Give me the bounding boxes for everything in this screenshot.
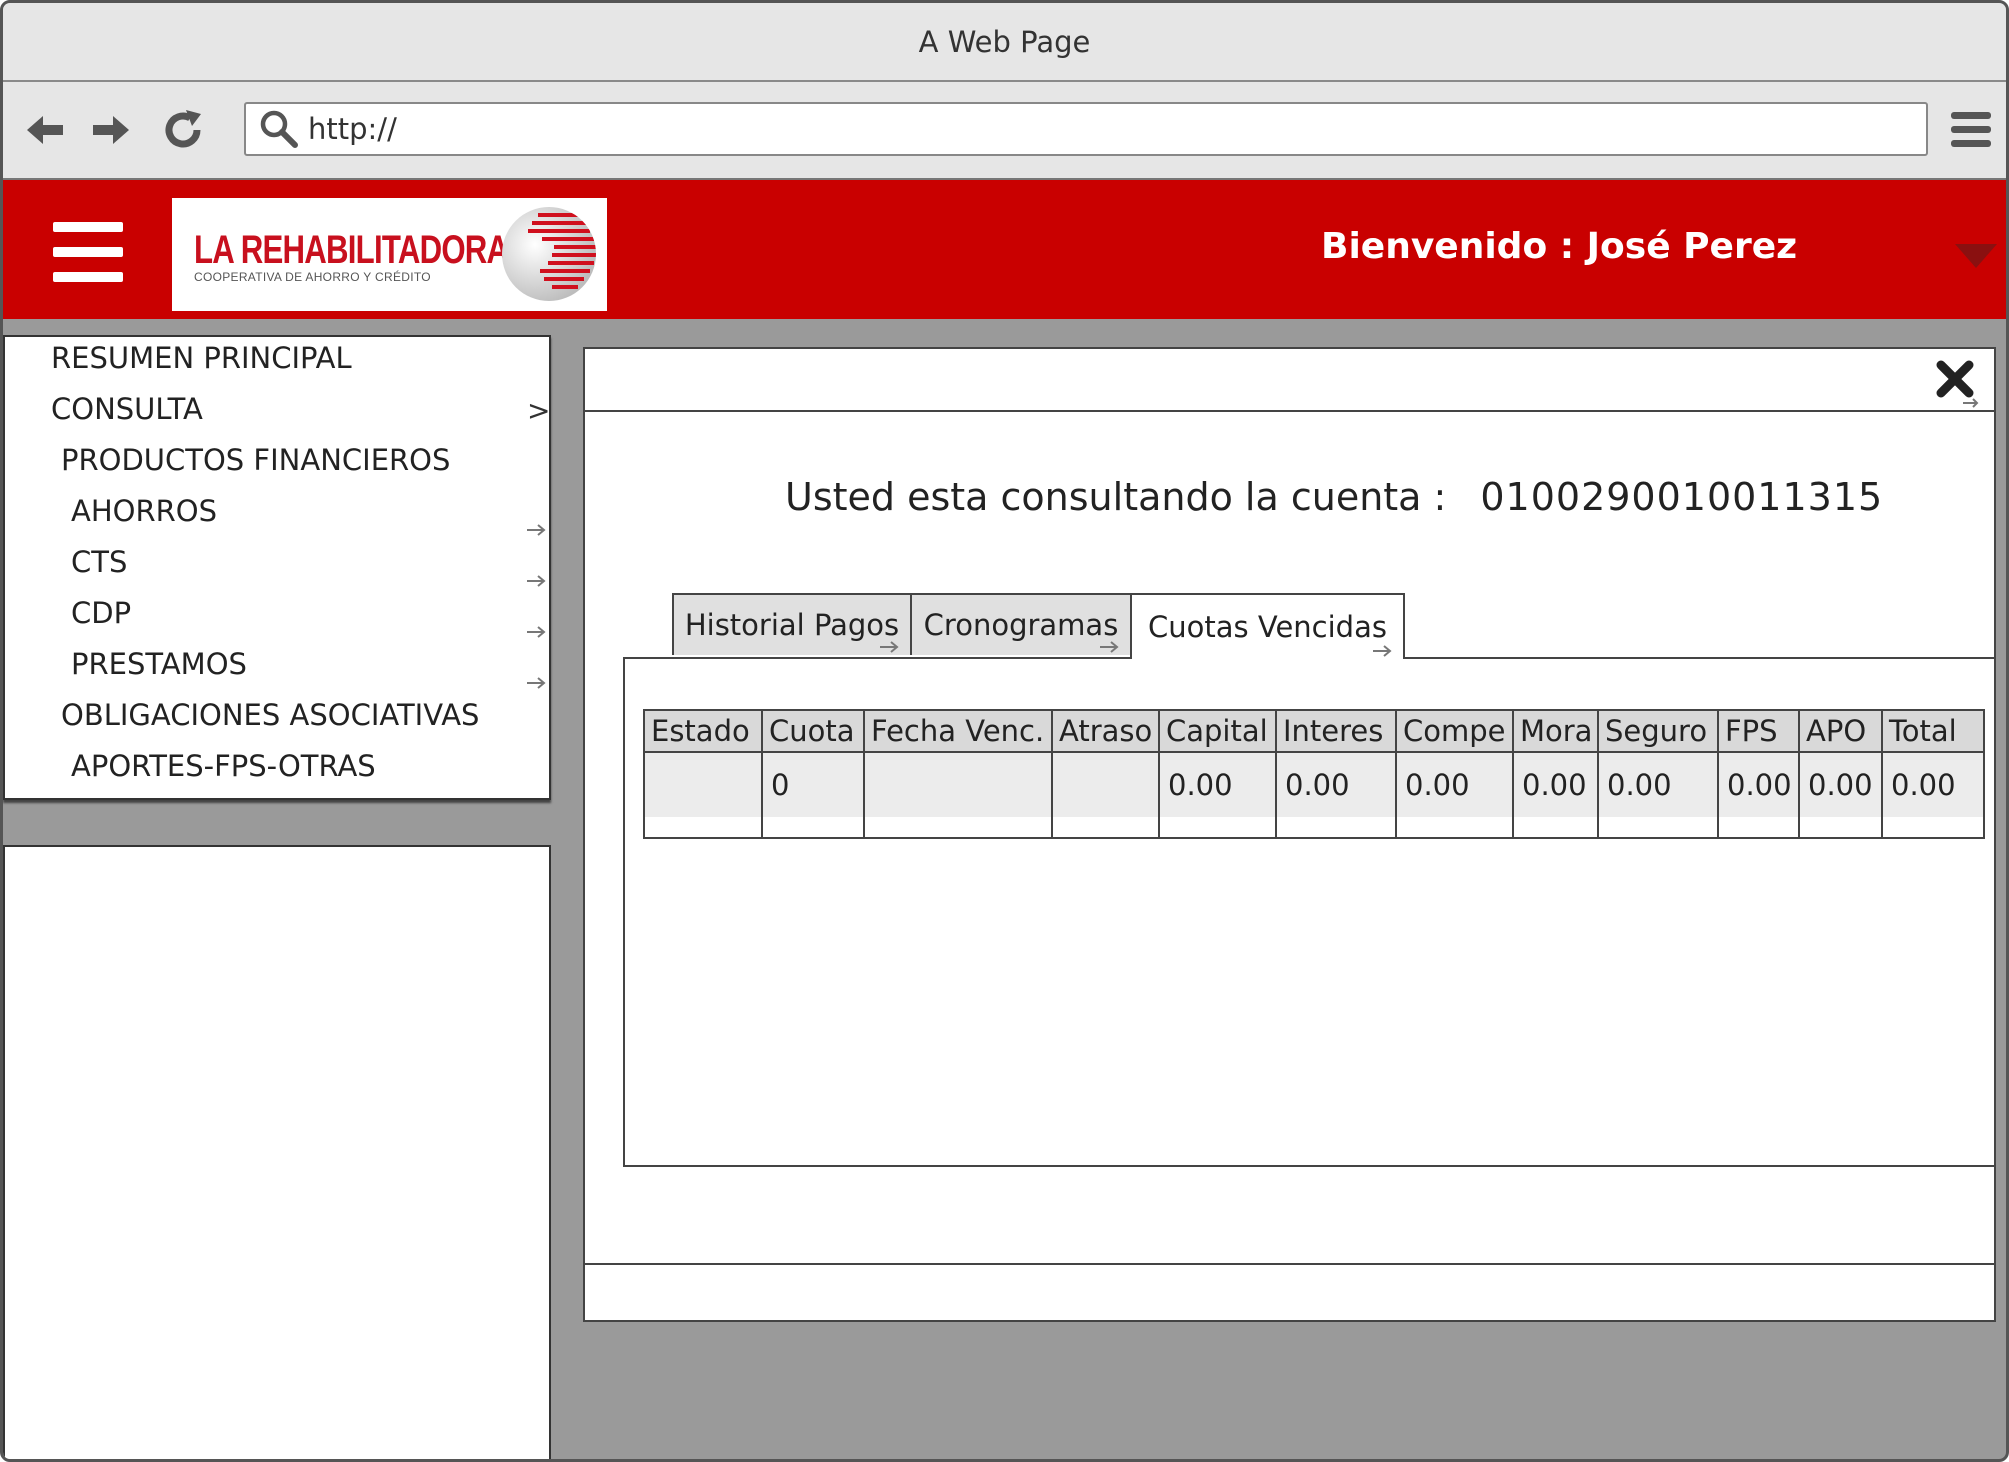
table-cell: 0.00 <box>1798 752 1883 817</box>
submenu-arrow-icon[interactable] <box>527 625 549 639</box>
table-cell: 0.00 <box>1597 752 1719 817</box>
table-empty-row <box>643 817 1985 839</box>
column-header[interactable]: Seguro <box>1597 709 1719 753</box>
table-cell <box>643 752 763 817</box>
logo-name: LA REHABILITADORA <box>194 228 509 272</box>
column-header[interactable]: Atraso <box>1051 709 1160 753</box>
cuotas-vencidas-panel: Estado Cuota Fecha Venc. Atraso Capital … <box>623 657 1996 1167</box>
chevron-down-icon[interactable] <box>1953 240 1999 270</box>
logo-subtitle: COOPERATIVA DE AHORRO Y CRÉDITO <box>194 270 431 284</box>
reload-icon[interactable] <box>159 106 207 154</box>
sidebar-item-productos-financieros[interactable]: PRODUCTOS FINANCIEROS <box>61 443 450 477</box>
browser-toolbar: http:// <box>3 82 2006 180</box>
sidebar-item-prestamos[interactable]: PRESTAMOS <box>71 647 247 681</box>
column-header[interactable]: Capital <box>1158 709 1277 753</box>
account-modal: Usted esta consultando la cuenta : 010029… <box>583 347 1996 1322</box>
tab-label: Cuotas Vencidas <box>1148 610 1387 644</box>
app-header: LA REHABILITADORA COOPERATIVA DE AHORRO … <box>3 180 2006 319</box>
tab-historial-pagos[interactable]: Historial Pagos <box>672 593 912 655</box>
table-cell: 0.00 <box>1275 752 1397 817</box>
column-header[interactable]: Estado <box>643 709 763 753</box>
welcome-message: Bienvenido : José Perez <box>1321 226 1798 267</box>
column-header[interactable]: Fecha Venc. <box>863 709 1053 753</box>
sidebar-item-ahorros[interactable]: AHORROS <box>71 494 217 528</box>
submenu-arrow-icon[interactable] <box>527 574 549 588</box>
table-cell: 0.00 <box>1512 752 1599 817</box>
back-icon[interactable] <box>21 106 69 154</box>
tab-label: Cronogramas <box>923 608 1119 642</box>
table-cell <box>863 752 1053 817</box>
account-number: 010029001001​1315 <box>1480 475 1884 519</box>
column-header[interactable]: Total <box>1881 709 1985 753</box>
column-header[interactable]: Mora <box>1512 709 1599 753</box>
window-title-bar: A Web Page <box>3 3 2006 82</box>
tab-cuotas-vencidas[interactable]: Cuotas Vencidas <box>1130 593 1405 659</box>
search-icon <box>260 110 298 148</box>
cuotas-table: Estado Cuota Fecha Venc. Atraso Capital … <box>643 709 1985 839</box>
account-label: Usted esta consultando la cuenta : <box>785 475 1447 519</box>
url-bar[interactable]: http:// <box>244 102 1928 156</box>
link-arrow-icon <box>1373 645 1392 657</box>
company-logo[interactable]: LA REHABILITADORA COOPERATIVA DE AHORRO … <box>172 198 607 311</box>
link-arrow-icon <box>880 641 899 653</box>
browser-window: A Web Page http:// LA REHABILITADORA COO… <box>0 0 2009 1462</box>
table-cell: 0.00 <box>1881 752 1985 817</box>
column-header[interactable]: Cuota <box>761 709 865 753</box>
sidebar-menu: RESUMEN PRINCIPAL CONSULTA > PRODUCTOS F… <box>3 335 551 800</box>
close-icon[interactable] <box>1933 357 1983 409</box>
modal-header-divider <box>585 410 1994 412</box>
table-cell: 0 <box>761 752 865 817</box>
globe-logo-icon <box>502 207 596 301</box>
window-title: A Web Page <box>918 24 1091 59</box>
forward-icon[interactable] <box>87 106 135 154</box>
tab-label: Historial Pagos <box>684 608 900 642</box>
url-text: http:// <box>308 112 397 146</box>
browser-menu-icon[interactable] <box>1947 108 1995 152</box>
chevron-right-icon[interactable]: > <box>527 394 550 427</box>
column-header[interactable]: APO <box>1798 709 1883 753</box>
submenu-arrow-icon[interactable] <box>527 523 549 537</box>
lower-left-panel <box>3 845 551 1459</box>
modal-footer-divider <box>585 1263 1994 1265</box>
tab-cronogramas[interactable]: Cronogramas <box>910 593 1132 655</box>
table-header-row: Estado Cuota Fecha Venc. Atraso Capital … <box>643 709 1985 753</box>
account-info: Usted esta consultando la cuenta : 010029… <box>785 475 1883 519</box>
table-cell: 0.00 <box>1717 752 1800 817</box>
column-header[interactable]: FPS <box>1717 709 1800 753</box>
sidebar-item-aportes-fps-otras[interactable]: APORTES-FPS-OTRAS <box>71 749 376 783</box>
table-cell: 0.00 <box>1158 752 1277 817</box>
link-arrow-icon <box>1100 641 1119 653</box>
submenu-arrow-icon[interactable] <box>527 676 549 690</box>
sidebar-item-consulta[interactable]: CONSULTA <box>51 392 203 426</box>
table-cell <box>1051 752 1160 817</box>
column-header[interactable]: Compe <box>1395 709 1514 753</box>
column-header[interactable]: Interes <box>1275 709 1397 753</box>
sidebar-item-obligaciones-asociativas[interactable]: OBLIGACIONES ASOCIATIVAS <box>61 698 479 732</box>
table-row[interactable]: 0 0.00 0.00 0.00 0.00 0.00 0.00 0.00 0.0… <box>643 752 1985 817</box>
menu-toggle-icon[interactable] <box>53 222 123 282</box>
table-cell: 0.00 <box>1395 752 1514 817</box>
sidebar-item-cts[interactable]: CTS <box>71 545 127 579</box>
sidebar-item-resumen-principal[interactable]: RESUMEN PRINCIPAL <box>51 341 352 375</box>
sidebar-item-cdp[interactable]: CDP <box>71 596 131 630</box>
